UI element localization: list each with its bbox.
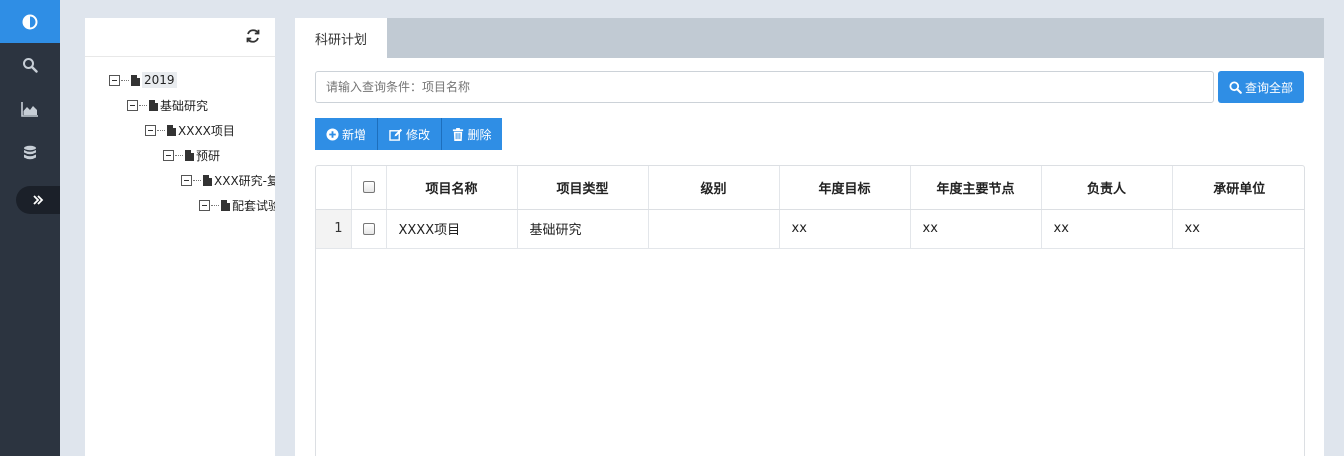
table-cell: XXXX项目 <box>386 209 518 249</box>
collapse-toggle-icon[interactable] <box>109 74 120 86</box>
tree-node-label: 配套试验 <box>232 198 275 213</box>
area-chart-icon <box>21 102 38 117</box>
row-select-cell <box>351 209 387 249</box>
delete-label: 删除 <box>467 127 492 142</box>
tab-research-plan[interactable]: 科研计划 <box>295 18 387 58</box>
column-header[interactable]: 项目类型 <box>517 166 649 210</box>
table-cell: xx <box>1172 209 1304 249</box>
query-all-label: 查询全部 <box>1244 80 1293 95</box>
table-cell: xx <box>1041 209 1173 249</box>
database-icon <box>24 145 36 160</box>
index-header <box>316 166 352 210</box>
column-header[interactable]: 负责人 <box>1041 166 1173 210</box>
collapse-toggle-icon[interactable] <box>127 99 138 111</box>
delete-button[interactable]: 删除 <box>442 118 502 150</box>
table-header-row: 项目名称 项目类型 级别 年度目标 年度主要节点 负责人 承研单位 <box>316 166 1304 210</box>
column-header[interactable]: 项目名称 <box>386 166 518 210</box>
file-icon <box>131 74 140 86</box>
select-all-checkbox[interactable] <box>362 181 375 194</box>
sidebar-item-chart[interactable] <box>0 87 60 131</box>
double-chevron-right-icon <box>33 195 44 205</box>
table-cell: 基础研究 <box>517 209 649 249</box>
tree-node-label: 2019 <box>142 72 177 88</box>
sidebar-item-search[interactable] <box>0 43 60 87</box>
collapse-toggle-icon[interactable] <box>181 174 192 186</box>
file-icon <box>203 174 212 186</box>
refresh-icon[interactable] <box>245 28 261 44</box>
collapse-toggle-icon[interactable] <box>163 149 174 161</box>
data-table: 项目名称 项目类型 级别 年度目标 年度主要节点 负责人 承研单位 1 XXXX… <box>315 165 1305 456</box>
tree-node-label: 预研 <box>196 148 221 163</box>
search-icon <box>23 58 38 73</box>
tree-node[interactable]: XXX研究-复 <box>181 170 275 190</box>
file-icon <box>221 199 230 211</box>
table-cell: xx <box>910 209 1042 249</box>
file-icon <box>167 124 176 136</box>
add-label: 新增 <box>341 127 366 142</box>
file-icon <box>149 99 158 111</box>
tree-node[interactable]: 预研 <box>163 145 220 165</box>
trash-icon <box>453 127 464 141</box>
column-header[interactable]: 承研单位 <box>1172 166 1304 210</box>
row-checkbox[interactable] <box>362 222 375 235</box>
column-header[interactable]: 级别 <box>648 166 780 210</box>
row-index: 1 <box>316 209 352 249</box>
contrast-icon <box>22 14 38 29</box>
search-input[interactable] <box>315 71 1214 103</box>
collapse-toggle-icon[interactable] <box>145 124 156 136</box>
main-panel: 科研计划 查询全部 新增 修改 <box>295 18 1324 456</box>
column-header[interactable]: 年度目标 <box>779 166 911 210</box>
file-icon <box>185 149 194 161</box>
tree-header <box>85 18 275 57</box>
table-row[interactable]: 1 XXXX项目 基础研究 xx xx xx xx <box>316 209 1304 249</box>
toolbar: 新增 修改 删除 <box>315 118 502 150</box>
table-cell: xx <box>779 209 911 249</box>
edit-icon <box>389 128 403 141</box>
sidebar-expand-button[interactable] <box>16 186 60 214</box>
add-button[interactable]: 新增 <box>315 118 378 150</box>
search-icon <box>1229 80 1242 94</box>
tab-bar: 科研计划 <box>295 18 1324 58</box>
sidebar-item-database[interactable] <box>0 131 60 175</box>
sidebar-item-theme[interactable] <box>0 0 60 43</box>
plus-circle-icon <box>326 127 339 141</box>
table-cell <box>648 209 780 249</box>
tree-node[interactable]: 2019 <box>109 70 177 90</box>
sidebar <box>0 0 60 456</box>
select-all-header <box>351 166 387 210</box>
tree-node[interactable]: XXXX项目 <box>145 120 235 140</box>
edit-label: 修改 <box>405 127 430 142</box>
tree-node-label: XXXX项目 <box>178 123 235 138</box>
tree-node-label: XXX研究-复 <box>214 173 275 188</box>
tree-node[interactable]: 配套试验 <box>199 195 275 215</box>
tree-panel: 2019 基础研究 XXXX项目 预研 XXX研究-复 配套试验 <box>85 18 275 456</box>
column-header[interactable]: 年度主要节点 <box>910 166 1042 210</box>
collapse-toggle-icon[interactable] <box>199 199 210 211</box>
tree-node-label: 基础研究 <box>160 98 209 113</box>
tree-node[interactable]: 基础研究 <box>127 95 208 115</box>
edit-button[interactable]: 修改 <box>378 118 442 150</box>
query-all-button[interactable]: 查询全部 <box>1218 71 1304 103</box>
